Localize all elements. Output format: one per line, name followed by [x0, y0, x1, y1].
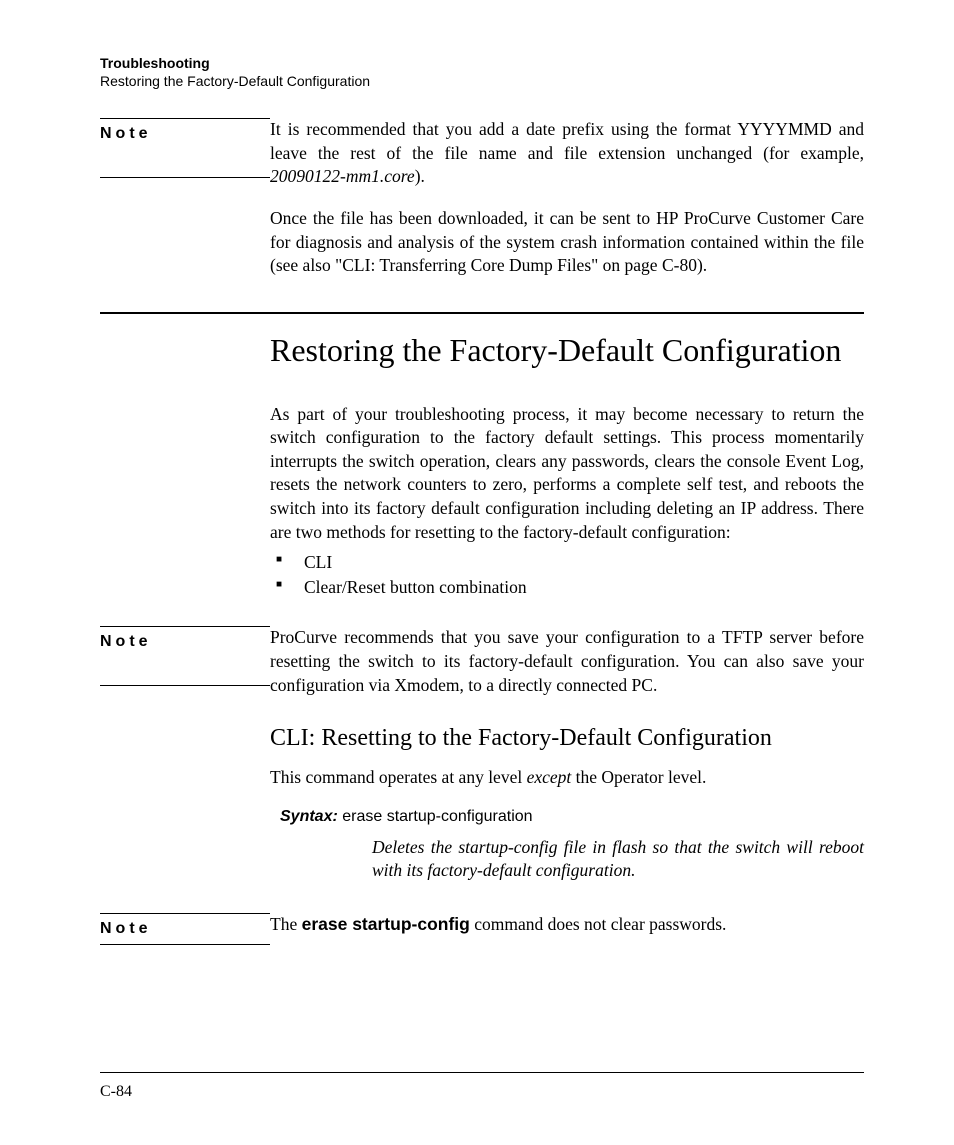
note-block-1: Note It is recommended that you add a da…	[100, 118, 864, 189]
note-side: Note	[100, 118, 270, 178]
note1-text-a: It is recommended that you add a date pr…	[270, 119, 864, 163]
list-item: CLI	[270, 552, 864, 573]
section-intro: As part of your troubleshooting process,…	[270, 403, 864, 545]
section-title: Restoring the Factory-Default Configurat…	[270, 332, 864, 369]
section: Restoring the Factory-Default Configurat…	[100, 314, 864, 603]
note-label: Note	[100, 920, 152, 937]
sub-intro-b: the Operator level.	[571, 767, 706, 787]
syntax-block: Syntax: erase startup-configuration Dele…	[280, 808, 864, 883]
page-number: C-84	[100, 1083, 132, 1101]
subsection-title: CLI: Resetting to the Factory-Default Co…	[270, 725, 864, 752]
note1-text-b: ).	[415, 166, 425, 186]
note-label: Note	[100, 125, 152, 142]
running-head-title: Troubleshooting	[100, 55, 864, 73]
note3-b: command does not clear passwords.	[470, 914, 727, 934]
sub-intro-ital: except	[527, 767, 572, 787]
note-body: ProCurve recommends that you save your c…	[270, 626, 864, 697]
note3-bold: erase startup-config	[302, 914, 470, 934]
note-label: Note	[100, 633, 152, 650]
running-head-subtitle: Restoring the Factory-Default Configurat…	[100, 73, 864, 91]
note-block-3: Note The erase startup-config command do…	[100, 913, 864, 945]
footer-rule	[100, 1072, 864, 1073]
page: Troubleshooting Restoring the Factory-De…	[0, 0, 954, 1145]
note-block-2: Note ProCurve recommends that you save y…	[100, 626, 864, 697]
syntax-command: erase startup-configuration	[338, 808, 533, 825]
note-body: The erase startup-config command does no…	[270, 913, 864, 937]
note-side: Note	[100, 626, 270, 686]
list-item: Clear/Reset button combination	[270, 577, 864, 598]
note3-a: The	[270, 914, 302, 934]
note1-ital: 20090122-mm1.core	[270, 166, 415, 186]
method-list: CLI Clear/Reset button combination	[270, 552, 864, 598]
syntax-desc: Deletes the startup-config file in flash…	[372, 836, 864, 883]
syntax-keyword: Syntax:	[280, 808, 338, 825]
syntax-line: Syntax: erase startup-configuration	[280, 808, 864, 826]
sub-intro: This command operates at any level excep…	[270, 766, 864, 790]
sub-intro-a: This command operates at any level	[270, 767, 527, 787]
after-note-1: Once the file has been downloaded, it ca…	[100, 207, 864, 278]
note-side: Note	[100, 913, 270, 945]
subsection: CLI: Resetting to the Factory-Default Co…	[100, 697, 864, 883]
after-note-1-text: Once the file has been downloaded, it ca…	[270, 207, 864, 278]
note-body: It is recommended that you add a date pr…	[270, 118, 864, 189]
running-head: Troubleshooting Restoring the Factory-De…	[100, 55, 864, 90]
